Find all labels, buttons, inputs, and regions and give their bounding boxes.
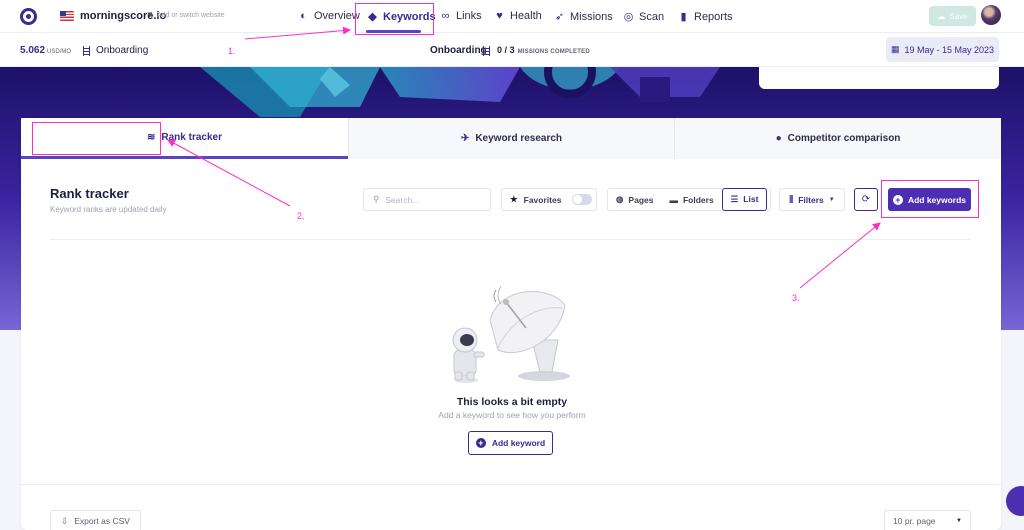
filters-label: Filters [798, 194, 824, 205]
bookmark-icon: ▮ [680, 11, 687, 23]
link-icon: ∞ [441, 10, 450, 22]
nav-label: Missions [570, 10, 613, 23]
satellite-dish-illustration [452, 285, 570, 383]
missions-done: 0 [497, 45, 503, 55]
view-list-button[interactable]: ☰ List [721, 187, 768, 211]
filters-dropdown[interactable]: ⫼ Filters ▼ [779, 188, 845, 211]
export-label: Export as CSV [74, 516, 130, 526]
refresh-button[interactable]: ⟳ [854, 188, 878, 211]
missions-progress[interactable]: 0 / 3 MISSIONS COMPLETED [497, 45, 590, 55]
empty-state-title: This looks a bit empty [456, 396, 568, 408]
avatar[interactable] [981, 5, 1001, 25]
date-range-picker[interactable]: ▦ 19 May - 15 May 2023 [886, 37, 999, 62]
nav-label: Overview [314, 10, 360, 22]
hero-info-panel [759, 67, 999, 89]
globe-icon: ◍ [616, 194, 624, 204]
onboarding-title[interactable]: Onboarding [430, 45, 487, 56]
radar-icon: ◎ [623, 11, 634, 23]
missions-separator: / [504, 45, 508, 55]
favorites-switch[interactable] [572, 194, 593, 205]
nav-links[interactable]: ∞ Links [440, 10, 482, 22]
annotation-number-1: 1. [228, 46, 236, 56]
add-keyword-button[interactable]: + Add keyword [468, 431, 553, 455]
per-page-value: 10 pr. page [893, 516, 936, 526]
chevron-down-icon: ▼ [956, 518, 962, 524]
top-navigation: morningscore.io ▼ Add or switch website … [0, 0, 1024, 33]
rocket-icon: ➶ [554, 11, 565, 23]
annotation-highlight-keywords [355, 3, 434, 35]
star-icon: ★ [510, 194, 518, 204]
onboarding-link[interactable]: Onboarding [96, 45, 148, 56]
annotation-number-3: 3. [792, 293, 800, 303]
nav-label: Health [510, 10, 542, 22]
annotation-number-2: 2. [297, 211, 305, 221]
nav-health[interactable]: ♥ Health [494, 10, 542, 22]
add-keyword-label: Add keyword [491, 438, 546, 448]
nav-label: Reports [694, 10, 733, 23]
page-title: Rank tracker [50, 186, 129, 201]
per-page-select[interactable]: 10 pr. page ▼ [884, 510, 971, 530]
refresh-icon: ⟳ [861, 194, 871, 205]
divider [50, 239, 971, 240]
nav-missions[interactable]: ➶ Missions [554, 10, 613, 24]
nav-reports[interactable]: ▮ Reports [678, 10, 733, 24]
view-list-label: List [743, 194, 759, 204]
planet-icon: ◐ [300, 10, 307, 22]
score-number: 5.062 [20, 45, 46, 56]
status-bar: 5.062 USD/MO Onboarding Onboarding 0 / 3M… [0, 33, 1024, 67]
alien-icon: ● [775, 133, 782, 144]
download-icon: ⇩ [61, 515, 69, 526]
favorites-label: Favorites [523, 194, 562, 205]
morningscore-logo[interactable] [20, 8, 37, 25]
keyword-tabs: ≋ Rank tracker ✈ Keyword research ● Comp… [21, 118, 1001, 159]
export-csv-button[interactable]: ⇩ Export as CSV [50, 510, 141, 530]
ladder-icon [483, 46, 490, 56]
annotation-highlight-add-keywords [881, 180, 979, 218]
sliders-icon: ⫼ [789, 194, 794, 204]
nav-overview[interactable]: ◐ Overview [298, 10, 360, 22]
telescope-icon: ✈ [460, 133, 470, 144]
view-pages-label: Pages [628, 194, 654, 205]
search-icon: ⚲ [373, 194, 380, 204]
view-folders-button[interactable]: ▬ Folders [661, 189, 721, 210]
nav-label: Links [456, 10, 482, 22]
calendar-icon: ▦ [890, 44, 900, 54]
folder-icon: ▬ [669, 194, 678, 205]
nav-label: Scan [639, 10, 665, 23]
heart-icon: ♥ [496, 10, 503, 22]
search-input[interactable]: ⚲ Search... [363, 188, 491, 211]
cloud-icon: ☁ [937, 11, 946, 21]
chevron-down-icon: ▼ [828, 196, 835, 203]
us-flag-icon [60, 11, 74, 21]
tab-competitor-comparison[interactable]: ● Competitor comparison [674, 118, 1001, 159]
chevron-down-icon[interactable]: ▼ [146, 10, 154, 19]
view-pages-button[interactable]: ◍ Pages [608, 189, 661, 210]
score-unit: USD/MO [47, 49, 72, 55]
morningscore-value: 5.062 USD/MO [20, 45, 71, 56]
tab-label: Rank tracker [161, 131, 222, 143]
date-range-label: 19 May - 15 May 2023 [904, 44, 995, 55]
view-folders-label: Folders [682, 194, 714, 205]
save-label: Save [949, 11, 968, 21]
search-placeholder: Search... [385, 194, 420, 205]
page-subtitle: Keyword ranks are updated daily [50, 205, 167, 214]
missions-total: 3 [509, 45, 515, 55]
tab-label: Keyword research [475, 133, 563, 144]
view-mode-group: ◍ Pages ▬ Folders ☰ List [607, 187, 771, 211]
list-icon: ☰ [730, 193, 739, 204]
nav-scan[interactable]: ◎ Scan [623, 10, 665, 24]
annotation-highlight-rank-tracker [32, 122, 161, 155]
ladder-icon [83, 46, 90, 56]
missions-label: MISSIONS COMPLETED [517, 49, 590, 55]
favorites-toggle[interactable]: ★ Favorites [501, 188, 597, 211]
tab-keyword-research[interactable]: ✈ Keyword research [348, 118, 674, 159]
empty-state-subtitle: Add a keyword to see how you perform [438, 410, 586, 420]
plus-icon: + [475, 438, 486, 448]
site-hint[interactable]: Add or switch website [157, 12, 225, 19]
divider [21, 484, 1001, 485]
save-button[interactable]: ☁ Save [929, 6, 976, 26]
tab-label: Competitor comparison [787, 133, 901, 144]
